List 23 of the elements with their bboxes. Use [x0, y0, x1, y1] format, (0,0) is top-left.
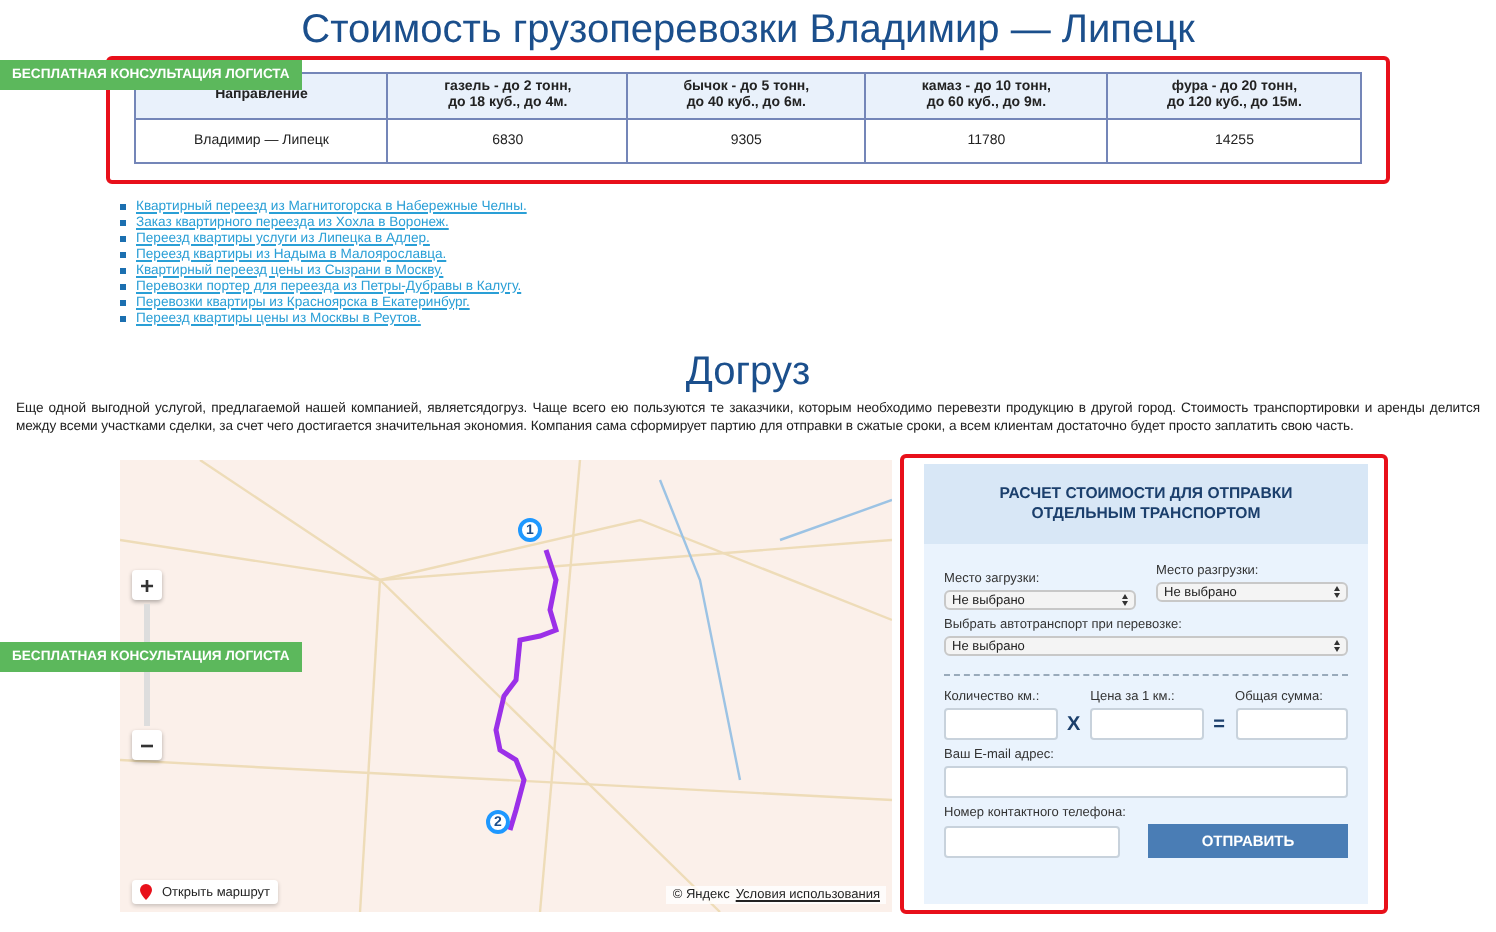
bullet-icon: [120, 299, 126, 305]
zoom-in-button[interactable]: +: [132, 570, 162, 600]
bullet-icon: [120, 315, 126, 321]
multiply-sign: X: [1065, 714, 1083, 740]
caret-icon: [1334, 640, 1340, 652]
caret-icon: [1334, 586, 1340, 598]
bullet-icon: [120, 267, 126, 273]
bullet-icon: [120, 283, 126, 289]
bullet-icon: [120, 235, 126, 241]
input-field[interactable]: [944, 766, 1348, 798]
input-field[interactable]: [944, 708, 1057, 740]
page-title: Стоимость грузоперевозки Владимир — Липецк: [301, 8, 1195, 52]
input-field[interactable]: [1235, 708, 1349, 740]
map-pin-icon: [140, 884, 152, 900]
zoom-out-button[interactable]: −: [132, 730, 162, 760]
bullet-icon: [120, 219, 126, 225]
section-title: Догруз: [685, 350, 811, 394]
bullet-icon: [120, 251, 126, 257]
bullet-icon: [120, 203, 126, 209]
input-field[interactable]: [1090, 708, 1204, 740]
input-field[interactable]: [944, 826, 1120, 858]
caret-icon: [1122, 594, 1128, 606]
equals-sign: =: [1211, 714, 1228, 740]
